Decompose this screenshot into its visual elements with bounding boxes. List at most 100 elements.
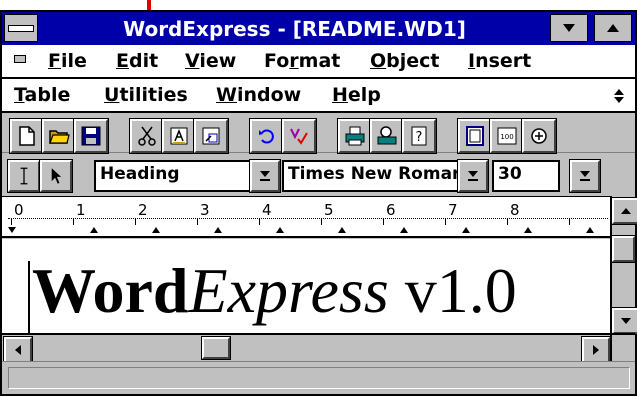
horizontal-scrollbar[interactable]: [2, 333, 610, 363]
document-control-menu-button[interactable]: [14, 55, 26, 63]
menu-file-mnemonic: F: [48, 50, 61, 72]
zoom-button[interactable]: [522, 119, 556, 153]
ruler-tick: [197, 219, 198, 225]
undo-button[interactable]: [250, 119, 284, 153]
menu-file-label: ile: [60, 50, 87, 72]
ruler-tick: [383, 219, 384, 225]
left-indent-marker[interactable]: [8, 227, 16, 233]
zoom-100-button[interactable]: 100: [490, 119, 524, 153]
new-document-button[interactable]: [10, 119, 44, 153]
menu-insert[interactable]: Insert: [468, 49, 531, 73]
cut-button[interactable]: [130, 119, 164, 153]
print-button[interactable]: [338, 119, 372, 153]
menu-view[interactable]: View: [185, 49, 236, 73]
heading-bold-run: Word: [32, 255, 189, 326]
zoom-100-icon: 100: [497, 127, 517, 145]
menu-scroll-arrows[interactable]: [608, 85, 630, 107]
title-bar[interactable]: WordExpress - [README.WD1]: [2, 12, 635, 45]
menu-window[interactable]: Window: [216, 83, 301, 107]
system-menu-button[interactable]: [4, 14, 38, 42]
paste-button[interactable]: [194, 119, 228, 153]
ruler-tick: [321, 219, 322, 225]
arrow-down-icon: [620, 318, 631, 324]
chevron-down-icon: [468, 171, 478, 177]
pointer-marker: [147, 0, 151, 10]
ruler-mark: 7: [448, 201, 458, 219]
format-bar: Heading Times New Roman 30: [2, 154, 635, 194]
save-button[interactable]: [74, 119, 108, 153]
ruler-tick: [135, 219, 136, 225]
print-icon: [345, 126, 365, 146]
ruler-tick: [259, 219, 260, 225]
ruler-mark: 1: [76, 201, 86, 219]
application-window: WordExpress - [README.WD1] File Edit Vie…: [0, 10, 637, 396]
open-button[interactable]: [42, 119, 76, 153]
document-heading[interactable]: WordExpress v1.0: [32, 251, 517, 331]
paste-icon: [202, 127, 220, 145]
scroll-down-button[interactable]: [612, 308, 637, 334]
tab-stop-marker[interactable]: [338, 227, 346, 233]
copy-button[interactable]: [162, 119, 196, 153]
tab-stop-marker[interactable]: [400, 227, 408, 233]
minimize-button[interactable]: [550, 14, 588, 42]
ruler-tick: [569, 219, 570, 225]
style-combo-field[interactable]: Heading: [94, 160, 254, 192]
maximize-button[interactable]: [594, 14, 632, 42]
menu-help[interactable]: Help: [332, 83, 381, 107]
scroll-right-button[interactable]: [582, 337, 610, 363]
text-cursor-tool-button[interactable]: [8, 160, 40, 192]
ruler-tick: [11, 219, 12, 225]
menu-format[interactable]: Format: [264, 49, 340, 73]
menu-window-label: indow: [236, 84, 302, 106]
tab-stop-marker[interactable]: [214, 227, 222, 233]
vertical-scroll-thumb[interactable]: [612, 236, 635, 262]
tab-stop-marker[interactable]: [462, 227, 470, 233]
tab-stop-marker[interactable]: [586, 227, 594, 233]
page-view-button[interactable]: [458, 119, 492, 153]
new-document-icon: [19, 126, 35, 146]
style-dropdown-button[interactable]: [250, 160, 280, 192]
font-combo-field[interactable]: Times New Roman: [282, 160, 462, 192]
undo-icon: [259, 129, 274, 144]
menu-edit[interactable]: Edit: [116, 49, 158, 73]
tab-stop-marker[interactable]: [90, 227, 98, 233]
cut-scissors-icon: [138, 126, 156, 146]
menu-bar-row-2: Table Utilities Window Help: [2, 79, 635, 113]
ruler-mark: 5: [324, 201, 334, 219]
tab-stop-marker[interactable]: [276, 227, 284, 233]
menu-format-label: mat: [298, 50, 341, 72]
vertical-scrollbar[interactable]: [610, 196, 637, 334]
tab-stop-marker[interactable]: [152, 227, 160, 233]
arrow-pointer-icon: [51, 168, 62, 184]
scroll-left-button[interactable]: [4, 337, 32, 363]
spell-check-button[interactable]: [282, 119, 316, 153]
font-size-combo-field[interactable]: 30: [492, 160, 560, 192]
menu-object[interactable]: Object: [370, 49, 440, 73]
ruler-tick: [73, 219, 74, 225]
menu-help-label: elp: [347, 84, 381, 106]
svg-text:?: ?: [416, 130, 423, 145]
print-preview-button[interactable]: [370, 119, 404, 153]
menu-table[interactable]: Table: [14, 83, 70, 107]
open-folder-icon: [49, 130, 70, 144]
pointer-tool-button[interactable]: [40, 160, 72, 192]
help-button[interactable]: ?: [402, 119, 436, 153]
horizontal-scroll-thumb[interactable]: [202, 337, 230, 359]
ruler-tick: [507, 219, 508, 225]
text-cursor: [28, 261, 30, 333]
menu-object-label: bject: [386, 50, 440, 72]
ruler-mark: 2: [138, 201, 148, 219]
tab-stop-marker[interactable]: [524, 227, 532, 233]
ruler[interactable]: 0 1 2 3 4 5 6 7 8: [2, 196, 610, 238]
menu-utilities[interactable]: Utilities: [104, 83, 188, 107]
font-dropdown-button[interactable]: [458, 160, 488, 192]
scroll-up-button[interactable]: [612, 198, 637, 224]
maximize-icon: [607, 24, 619, 32]
zoom-icon: [531, 128, 547, 144]
document-area[interactable]: WordExpress v1.0: [2, 239, 610, 333]
chevron-down-icon: [260, 171, 270, 177]
menu-scroll-up-icon: [614, 89, 624, 95]
menu-file[interactable]: File: [48, 49, 87, 73]
font-size-dropdown-button[interactable]: [570, 160, 600, 192]
page-view-icon: [466, 126, 484, 146]
